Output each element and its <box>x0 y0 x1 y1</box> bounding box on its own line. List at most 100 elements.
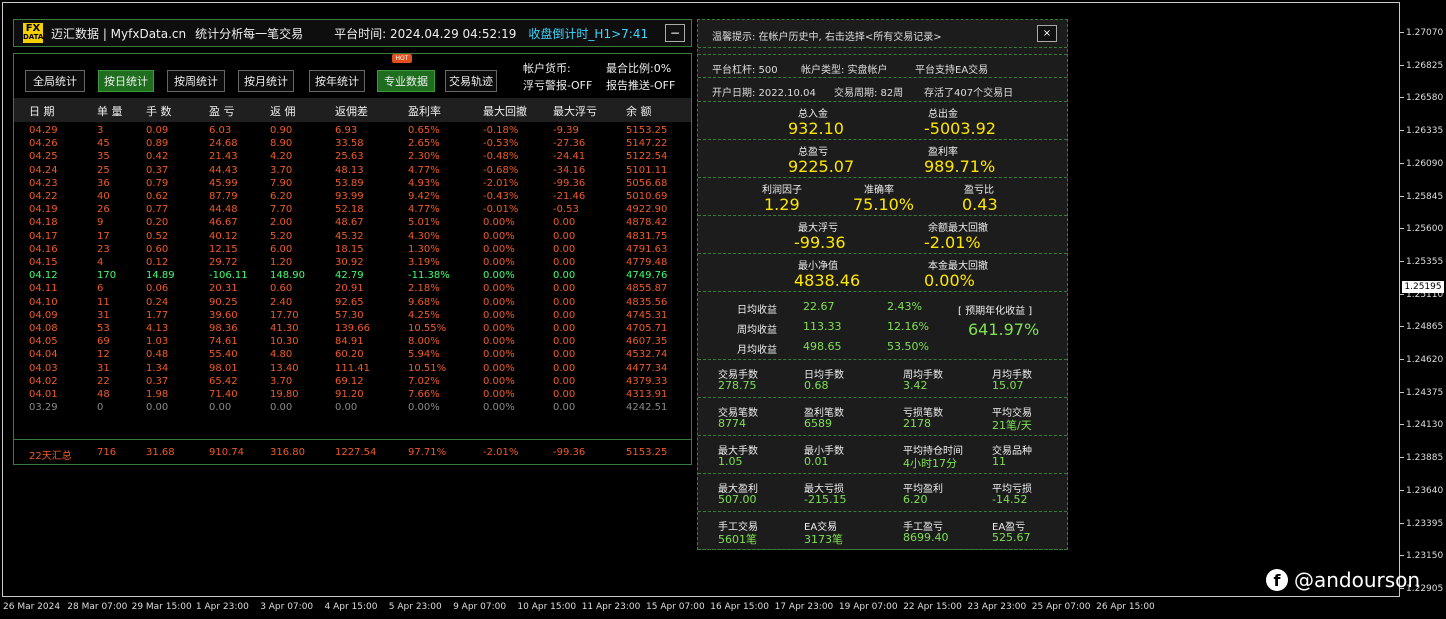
table-cell: 4.77% <box>408 204 440 216</box>
logo-text-top: FX <box>25 23 41 34</box>
stat-value: 3173笔 <box>804 533 843 546</box>
table-cell: 0.00 <box>553 309 576 321</box>
leverage: 平台杠杆: 500 <box>712 65 778 76</box>
summary-cell: 316.80 <box>270 447 305 458</box>
col-header-0: 日 期 <box>29 105 55 118</box>
table-cell: 04.09 <box>29 309 58 321</box>
price-tick: 1.24865 <box>1400 322 1443 332</box>
profit-rate-label: 盈利率 <box>928 147 958 158</box>
drawdown-section: 最大浮亏 -99.36 余额最大回撤 -2.01% <box>698 216 1067 254</box>
table-cell: 6.20 <box>270 191 293 202</box>
table-cell: 4878.42 <box>626 217 668 229</box>
max-float-label: 最大浮亏 <box>798 223 838 234</box>
table-cell: 0.62 <box>146 191 169 202</box>
table-cell: 7.90 <box>270 177 293 189</box>
time-tick: 26 Mar 2024 <box>3 602 61 612</box>
table-cell: 4.93% <box>408 177 440 189</box>
table-cell: 0.00% <box>483 323 515 334</box>
table-cell: 74.61 <box>209 336 238 348</box>
col-header-2: 手 数 <box>146 105 172 118</box>
table-cell: 0.89 <box>146 138 169 150</box>
max-dd-label: 余额最大回撤 <box>928 223 988 234</box>
tab-1[interactable]: 全局统计 <box>25 70 85 92</box>
table-cell: 0.37 <box>146 375 169 387</box>
table-cell: 04.19 <box>29 204 58 216</box>
table-row: 04.26 45 0.89 24.68 8.90 33.58 2.65% -0.53% -27.… <box>14 138 691 151</box>
annual-label: [ 预期年化收益 ] <box>958 306 1033 317</box>
table-cell: 4379.33 <box>626 375 668 387</box>
table-cell: 1.34 <box>146 362 169 374</box>
current-price-label: 1.25195 <box>1402 281 1444 293</box>
table-cell: 0.00% <box>483 217 515 229</box>
table-cell: 04.02 <box>29 375 58 387</box>
bar-countdown: 收盘倒计时_H1>7:41 <box>528 26 649 41</box>
table-cell: 2.18% <box>408 283 440 295</box>
table-row: 04.03 31 1.34 98.01 13.40 111.41 10.51% 0.00% 0.… <box>14 363 691 376</box>
tab-2[interactable]: 按日统计 <box>98 70 154 92</box>
table-cell: 65.42 <box>209 375 238 387</box>
table-cell: -99.36 <box>553 177 586 189</box>
table-cell: 0.00 <box>146 402 169 414</box>
daily-value: 22.67 <box>803 300 835 313</box>
table-cell: 41.30 <box>270 323 299 334</box>
principal-dd-value: 0.00% <box>924 271 975 290</box>
tab-5[interactable]: 按年统计 <box>309 70 365 92</box>
daily-label: 日均收益 <box>737 305 777 316</box>
table-cell: 5.20 <box>270 230 293 242</box>
summary-cell: -2.01% <box>483 447 519 458</box>
table-cell: 0.00 <box>553 336 576 348</box>
float-alert-toggle[interactable]: 浮亏警报-OFF <box>523 77 592 94</box>
pl-section: 总盈亏 9225.07 盈利率 989.71% <box>698 140 1067 178</box>
account-meta-1: 平台杠杆: 500 帐户类型: 实盘帐户 平台支持EA交易 <box>698 54 1067 78</box>
table-cell: 0.20 <box>146 217 169 229</box>
time-tick: 28 Mar 07:00 <box>67 602 128 612</box>
table-cell: 12.15 <box>209 243 238 255</box>
time-tick: 5 Apr 23:00 <box>388 602 442 612</box>
table-cell: 1.03 <box>146 336 169 348</box>
table-row: 03.29 0 0.00 0.00 0.00 0.00 0.00% 0.00% 0.00 4242… <box>14 402 691 415</box>
time-tick: 10 Apr 15:00 <box>517 602 577 612</box>
table-row: 04.24 25 0.37 44.43 3.70 48.13 4.77% -0.68% -34.… <box>14 165 691 178</box>
close-ratio: 最合比例:0% <box>606 62 672 75</box>
table-row: 04.11 6 0.06 20.31 0.60 20.91 2.18% 0.00% 0.00 48… <box>14 283 691 296</box>
stat-value: 3.42 <box>903 379 928 392</box>
table-cell: 90.25 <box>209 296 238 308</box>
table-cell: 0.24 <box>146 296 169 308</box>
tab-7[interactable]: 交易轨迹 <box>445 70 497 92</box>
table-cell: 36 <box>97 177 110 189</box>
summary-row: 22天汇总 716 31.68 910.74 316.80 1227.54 97.71% -2… <box>14 439 691 465</box>
tab-6[interactable]: 专业数据 <box>377 70 435 92</box>
table-cell: 0.00% <box>483 375 515 387</box>
brand-title: 迈汇数据 | MyfxData.cn <box>51 26 187 41</box>
table-cell: 6 <box>97 283 104 295</box>
tab-3[interactable]: 按周统计 <box>167 70 225 92</box>
total-withdraw-value: -5003.92 <box>924 119 996 138</box>
table-cell: 7.66% <box>408 389 440 400</box>
table-cell: 42.79 <box>335 270 364 282</box>
price-tick: 1.26090 <box>1400 159 1443 169</box>
table-cell: 4242.51 <box>626 402 668 414</box>
table-cell: 60.20 <box>335 349 364 361</box>
table-cell: 31 <box>97 362 110 374</box>
time-tick: 9 Apr 07:00 <box>453 602 507 612</box>
table-cell: 0.12 <box>146 257 169 268</box>
hot-badge: HOT <box>392 54 412 63</box>
table-cell: -0.53 <box>553 204 579 216</box>
table-cell: 4.77% <box>408 164 440 176</box>
table-cell: 0.00% <box>408 402 440 414</box>
report-push-toggle[interactable]: 报告推送-OFF <box>606 77 675 94</box>
tab-4[interactable]: 按月统计 <box>238 70 294 92</box>
table-cell: 29.72 <box>209 257 238 268</box>
minimize-button[interactable]: − <box>665 24 685 42</box>
close-button[interactable]: × <box>1037 25 1057 42</box>
table-cell: 04.05 <box>29 336 58 348</box>
table-cell: 04.03 <box>29 362 58 374</box>
table-cell: 4855.87 <box>626 283 668 295</box>
table-cell: 04.24 <box>29 164 58 176</box>
time-tick: 19 Apr 07:00 <box>838 602 898 612</box>
table-row: 04.09 31 1.77 39.60 17.70 57.30 4.25% 0.00% 0.00… <box>14 310 691 323</box>
time-tick: 15 Apr 07:00 <box>646 602 705 612</box>
table-cell: 0.00 <box>553 375 576 387</box>
account-summary-panel: 温馨提示: 在帐户历史中, 右击选择<所有交易记录> × 平台杠杆: 500 帐… <box>697 19 1068 550</box>
time-tick: 4 Apr 15:00 <box>324 602 378 612</box>
